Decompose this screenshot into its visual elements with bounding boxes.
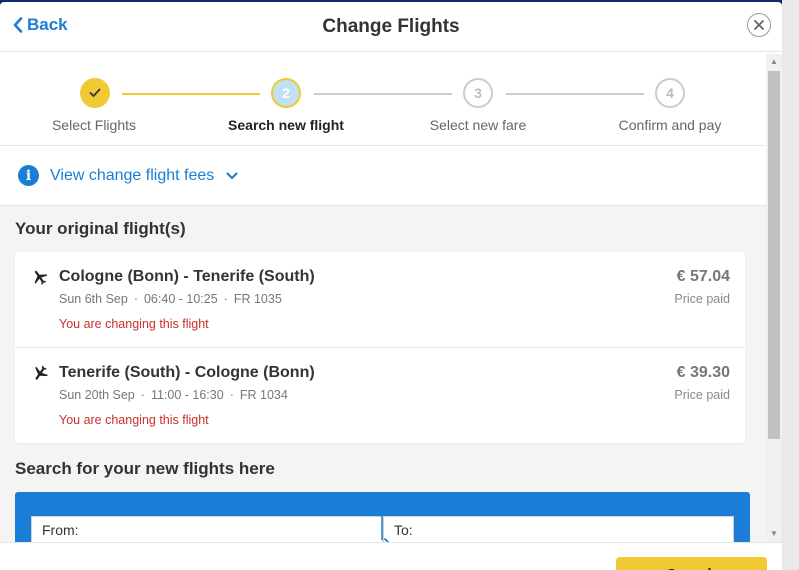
modal-scrollbar[interactable]: ▲ ▼ [766, 54, 782, 544]
stepper-line-2 [314, 93, 452, 95]
search-heading: Search for your new flights here [15, 459, 275, 478]
stepper-line-3 [506, 93, 644, 95]
flights-section: Your original flight(s) Cologne (Bonn) -… [0, 206, 766, 542]
flight-route: Cologne (Bonn) - Tenerife (South) [59, 268, 315, 285]
from-label: From: [42, 522, 79, 538]
close-button[interactable] [747, 13, 771, 37]
original-flights-heading: Your original flight(s) [15, 219, 186, 238]
flight-number: FR 1035 [233, 292, 282, 306]
info-icon: i [18, 165, 39, 186]
flight-route: Tenerife (South) - Cologne (Bonn) [59, 364, 315, 381]
flight-row: Tenerife (South) - Cologne (Bonn) Sun 20… [15, 347, 745, 442]
original-flights-card: Cologne (Bonn) - Tenerife (South) Sun 6t… [15, 252, 745, 443]
flight-time: 11:00 - 16:30 [150, 388, 224, 402]
changing-notice: You are changing this flight [59, 413, 209, 427]
view-fees-toggle[interactable]: i View change flight fees [0, 146, 766, 206]
view-fees-label: View change flight fees [50, 166, 215, 184]
step-1-circle [80, 78, 110, 108]
scroll-down-arrow[interactable]: ▼ [769, 529, 779, 539]
step-4-circle: 4 [655, 78, 685, 108]
search-button[interactable]: Search [616, 557, 767, 570]
step-2-label: Search new flight [228, 117, 344, 133]
flight-number: FR 1034 [239, 388, 288, 402]
checkmark-icon [89, 88, 101, 97]
step-1-label: Select Flights [51, 117, 137, 133]
close-icon [754, 20, 764, 30]
flight-row: Cologne (Bonn) - Tenerife (South) Sun 6t… [15, 252, 745, 347]
chevron-down-icon [226, 172, 238, 179]
flight-price: € 39.30 [676, 364, 730, 381]
price-paid-label: Price paid [674, 388, 730, 402]
background-page-edge [782, 0, 799, 570]
price-paid-label: Price paid [674, 292, 730, 306]
modal-footer: Search [0, 542, 782, 570]
flight-date: Sun 20th Sep [59, 388, 135, 402]
swap-arrow-icon[interactable] [374, 514, 394, 542]
to-field[interactable]: To: [383, 516, 734, 542]
scrollbar-thumb[interactable] [768, 71, 780, 439]
modal-content: 2 3 4 Select Flights Search new flight S… [0, 52, 766, 542]
stepper-line-1 [122, 93, 260, 95]
flight-details: Sun 6th Sep · 06:40 - 10:25 · FR 1035 [59, 292, 282, 306]
flight-date: Sun 6th Sep [59, 292, 128, 306]
step-3-label: Select new fare [429, 117, 527, 133]
plane-return-icon [35, 365, 48, 380]
progress-stepper: 2 3 4 Select Flights Search new flight S… [0, 52, 766, 146]
flight-search-form: From: To: [15, 492, 750, 542]
from-field[interactable]: From: [31, 516, 383, 542]
changing-notice: You are changing this flight [59, 317, 209, 331]
change-flights-modal: Back Change Flights 2 3 4 Select Flights… [0, 2, 782, 570]
step-2-circle: 2 [271, 78, 301, 108]
modal-header: Back Change Flights [0, 2, 782, 52]
flight-price: € 57.04 [676, 268, 730, 285]
flight-details: Sun 20th Sep · 11:00 - 16:30 · FR 1034 [59, 388, 288, 402]
scroll-up-arrow[interactable]: ▲ [769, 57, 779, 67]
flight-time: 06:40 - 10:25 [143, 292, 218, 306]
step-4-label: Confirm and pay [618, 117, 722, 133]
step-3-circle: 3 [463, 78, 493, 108]
plane-departure-icon [34, 270, 48, 285]
to-label: To: [394, 522, 413, 538]
modal-title: Change Flights [322, 16, 460, 37]
